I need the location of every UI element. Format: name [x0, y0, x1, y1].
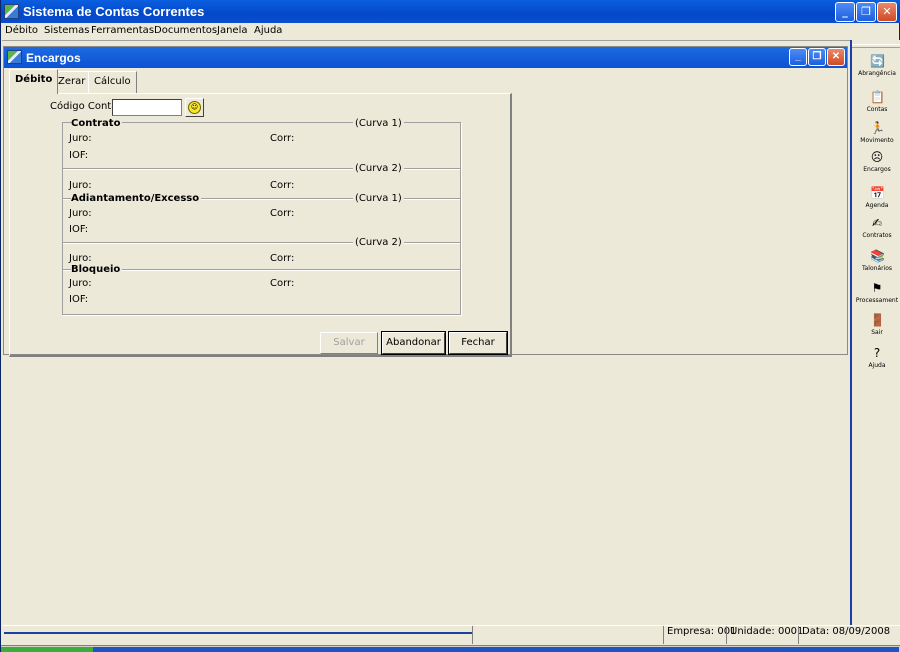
encargos-frame: Contrato (Curva 1) Juro: Corr: IOF: (Cur… [62, 118, 461, 315]
toolbar-label: Contas [866, 106, 888, 113]
codigo-conta-input[interactable] [112, 99, 182, 116]
menu-janela[interactable]: Janela [217, 25, 247, 36]
toolbar-button-sair[interactable]: 🚪 Sair [852, 313, 900, 336]
toolbar-button-abrangencia[interactable]: 🔄 Abrangência [852, 54, 900, 77]
contrato-iof-label: IOF: [69, 150, 89, 161]
divider [63, 269, 460, 271]
adiantamento-curva1: (Curva 1) [353, 193, 404, 204]
adiantamento-juro-label: Juro: [69, 208, 92, 219]
toolbar-button-ajuda[interactable]: ? Ajuda [852, 346, 900, 369]
tab-debito[interactable]: Débito [9, 69, 59, 94]
toolbar-label: Processament [855, 297, 899, 304]
bloqueio-title: Bloqueio [71, 264, 123, 275]
search-account-button[interactable]: ☺ [185, 98, 204, 117]
statusbar: Empresa: 001 Unidade: 0001 Data: 08/09/2… [2, 625, 900, 645]
toolbar-button-agenda[interactable]: 📅 Agenda [852, 186, 900, 209]
salvar-button[interactable]: Salvar [320, 332, 378, 354]
status-unidade: Unidade: 0001 [726, 626, 803, 644]
encargos-titlebar[interactable]: Encargos _ ❐ ✕ [4, 47, 847, 68]
abandonar-button[interactable]: Abandonar [381, 331, 446, 355]
minimize-button[interactable]: _ [835, 2, 855, 22]
menu-ferramentas[interactable]: Ferramentas [91, 25, 154, 36]
tab-calculo[interactable]: Cálculo [88, 71, 137, 93]
checkbook-icon: 📚 [870, 249, 885, 263]
restore-button[interactable]: ❐ [856, 2, 876, 22]
adiantamento-corr-label: Corr: [270, 208, 295, 219]
menu-debito[interactable]: Débito [5, 25, 38, 36]
adiantamento-corr2-label: Corr: [270, 253, 295, 264]
menu-sistemas[interactable]: Sistemas [44, 25, 90, 36]
toolbar-button-talonarios[interactable]: 📚 Talonários [852, 249, 900, 272]
encargos-title: Encargos [26, 51, 81, 65]
menu-ajuda[interactable]: Ajuda [254, 25, 282, 36]
contrato-juro-label: Juro: [69, 133, 92, 144]
globe-icon: 🔄 [870, 54, 885, 68]
child-minimize-button[interactable]: _ [789, 48, 807, 66]
bloqueio-juro-label: Juro: [69, 278, 92, 289]
menu-documentos[interactable]: Documentos [154, 25, 217, 36]
app-titlebar[interactable]: Sistema de Contas Correntes _ ❐ ✕ [1, 0, 900, 23]
application-window: Sistema de Contas Correntes _ ❐ ✕ Débito… [0, 0, 900, 652]
calendar-icon: 📅 [870, 186, 885, 200]
help-icon: ? [873, 346, 881, 360]
taskbar-bar [93, 647, 899, 652]
toolbar-button-movimento[interactable]: 🏃 Movimento [852, 121, 900, 144]
contrato-corr-label: Corr: [270, 133, 295, 144]
toolbar-label: Movimento [860, 137, 894, 144]
smiley-icon: ☺ [188, 101, 201, 114]
encargos-window: Encargos _ ❐ ✕ Débito Zerar Cálculo Códi… [3, 46, 848, 357]
contrato-title: Contrato [71, 118, 123, 129]
contrato-curva1: (Curva 1) [353, 118, 404, 129]
adiantamento-iof-label: IOF: [69, 224, 89, 235]
toolbar-label: Talonários [861, 265, 893, 272]
fechar-button[interactable]: Fechar [448, 331, 508, 355]
bloqueio-iof-label: IOF: [69, 294, 89, 305]
toolbar-grip[interactable] [852, 44, 900, 48]
flag-icon: ⚑ [871, 281, 883, 295]
handshake-icon: ✍ [871, 216, 883, 230]
exit-icon: 🚪 [870, 313, 885, 327]
adiantamento-juro2-label: Juro: [69, 253, 92, 264]
vertical-toolbar: 🔄 Abrangência 📋 Contas 🏃 Movimento ☹ Encargos 📅 A… [850, 40, 900, 625]
contrato-corr2-label: Corr: [270, 180, 295, 191]
taskbar-strip [1, 645, 900, 652]
child-close-button[interactable]: ✕ [827, 48, 845, 66]
toolbar-label: Contratos [862, 232, 892, 239]
toolbar-label: Ajuda [868, 362, 886, 369]
child-maximize-button[interactable]: ❐ [808, 48, 826, 66]
bloqueio-corr-label: Corr: [270, 278, 295, 289]
toolbar-label: Sair [871, 329, 883, 336]
sad-face-icon: ☹ [870, 150, 884, 164]
status-progress [4, 628, 472, 634]
contrato-juro2-label: Juro: [69, 180, 92, 191]
codigo-conta-label: Código Conta [50, 101, 118, 112]
status-data: Data: 08/09/2008 [798, 626, 890, 644]
toolbar-button-contratos[interactable]: ✍ Contratos [852, 216, 900, 239]
toolbar-button-contas[interactable]: 📋 Contas [852, 90, 900, 113]
app-icon [4, 4, 19, 19]
app-title: Sistema de Contas Correntes [23, 4, 205, 19]
adiantamento-title: Adiantamento/Excesso [71, 193, 202, 204]
toolbar-label: Abrangência [858, 70, 896, 77]
status-empty-cell [472, 626, 662, 644]
encargos-window-icon [7, 50, 22, 64]
toolbar-label: Agenda [865, 202, 889, 209]
toolbar-label: Encargos [863, 166, 891, 173]
menubar: Débito Sistemas Ferramentas Documentos J… [1, 23, 899, 40]
debito-tab-panel: Código Conta ☺ Contrato (Curva 1) Juro: … [9, 93, 512, 357]
taskbar-accent [1, 647, 93, 652]
runner-icon: 🏃 [870, 121, 885, 135]
close-button[interactable]: ✕ [877, 2, 897, 22]
toolbar-button-processament[interactable]: ⚑ Processament [852, 281, 900, 304]
contrato-curva2: (Curva 2) [353, 163, 404, 174]
adiantamento-curva2: (Curva 2) [353, 237, 404, 248]
toolbar-button-encargos[interactable]: ☹ Encargos [852, 150, 900, 173]
accounts-icon: 📋 [870, 90, 885, 104]
